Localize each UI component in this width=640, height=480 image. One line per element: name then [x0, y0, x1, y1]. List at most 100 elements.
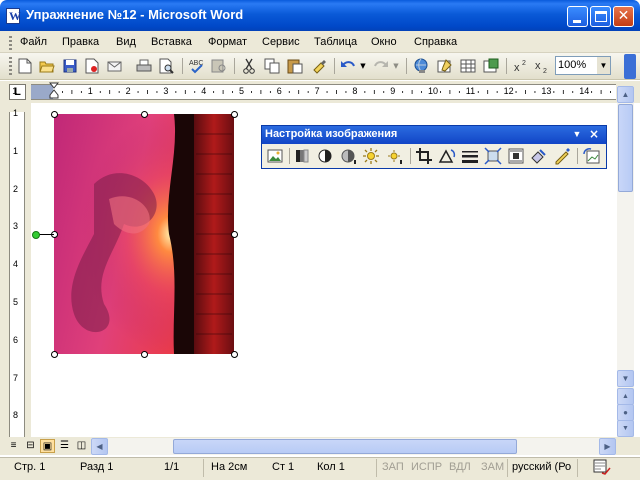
- next-page-button[interactable]: ▼: [617, 420, 634, 437]
- ruler-number: 13: [541, 86, 552, 96]
- menu-help[interactable]: Справка: [414, 36, 457, 48]
- toolbar-options-button[interactable]: [624, 54, 636, 79]
- vertical-scroll-thumb[interactable]: [618, 104, 633, 192]
- print-layout-icon[interactable]: ▣: [40, 439, 55, 453]
- rotation-connector: [39, 234, 54, 235]
- word-icon[interactable]: W: [6, 8, 21, 24]
- insert-picture-icon[interactable]: [265, 146, 285, 166]
- normal-view-icon[interactable]: ≡: [6, 439, 21, 453]
- redo-dropdown-icon[interactable]: ▼: [391, 57, 401, 75]
- text-wrapping-icon[interactable]: [506, 146, 526, 166]
- more-brightness-icon[interactable]: [362, 146, 382, 166]
- copy-icon[interactable]: [263, 57, 281, 75]
- minimize-button[interactable]: [567, 6, 588, 27]
- maximize-button[interactable]: [590, 6, 611, 27]
- scroll-up-button[interactable]: ▲: [617, 86, 634, 103]
- paste-icon[interactable]: [286, 57, 304, 75]
- status-page-count: 1/1: [164, 461, 180, 473]
- more-contrast-icon[interactable]: [316, 146, 336, 166]
- cut-icon[interactable]: [240, 57, 258, 75]
- research-icon[interactable]: [210, 57, 228, 75]
- line-style-icon[interactable]: [460, 146, 480, 166]
- rotate-left-icon[interactable]: [437, 146, 457, 166]
- menu-view[interactable]: Вид: [116, 36, 136, 48]
- menu-tools[interactable]: Сервис: [262, 36, 300, 48]
- format-picture-icon[interactable]: [529, 146, 549, 166]
- format-painter-icon[interactable]: [310, 57, 328, 75]
- ruler-number: 1: [12, 86, 18, 96]
- reading-layout-icon[interactable]: ◫: [74, 439, 89, 453]
- print-preview-icon[interactable]: [158, 57, 176, 75]
- resize-handle-bottom[interactable]: [141, 351, 148, 358]
- close-button[interactable]: ✕: [613, 6, 634, 27]
- status-trk[interactable]: ИСПР: [411, 461, 442, 473]
- color-icon[interactable]: [293, 146, 313, 166]
- status-ext[interactable]: ВДЛ: [449, 461, 471, 473]
- tables-borders-icon[interactable]: [436, 57, 454, 75]
- scroll-down-button[interactable]: ▼: [617, 370, 634, 387]
- status-language: русский (Ро: [512, 461, 572, 473]
- horizontal-ruler[interactable]: [31, 84, 616, 100]
- resize-handle-top[interactable]: [141, 111, 148, 118]
- svg-text:2: 2: [543, 68, 547, 73]
- compress-pictures-icon[interactable]: [483, 146, 503, 166]
- scroll-left-button[interactable]: ◀: [91, 438, 108, 455]
- crop-icon[interactable]: [414, 146, 434, 166]
- undo-icon[interactable]: [339, 57, 357, 75]
- insert-table-icon[interactable]: [459, 57, 477, 75]
- save-icon[interactable]: [61, 57, 79, 75]
- menu-insert[interactable]: Вставка: [151, 36, 192, 48]
- print-icon[interactable]: [135, 57, 153, 75]
- picture-toolbar-close-icon[interactable]: ×: [587, 127, 601, 141]
- reset-picture-icon[interactable]: [582, 146, 602, 166]
- menu-table[interactable]: Таблица: [314, 36, 357, 48]
- menu-edit[interactable]: Правка: [62, 36, 99, 48]
- chevron-down-icon[interactable]: ▼: [597, 57, 610, 74]
- set-transparent-color-icon[interactable]: [552, 146, 572, 166]
- horizontal-scroll-thumb[interactable]: [173, 439, 517, 454]
- scroll-right-button[interactable]: ▶: [599, 438, 616, 455]
- menu-file[interactable]: Файл: [20, 36, 47, 48]
- ruler-number: 4: [13, 259, 19, 270]
- superscript-icon[interactable]: x2: [512, 57, 530, 75]
- select-browse-object-button[interactable]: ●: [617, 404, 634, 421]
- undo-dropdown-icon[interactable]: ▼: [358, 57, 368, 75]
- spelling-icon[interactable]: ABC: [188, 57, 206, 75]
- less-contrast-icon[interactable]: [339, 146, 359, 166]
- subscript-icon[interactable]: x2: [533, 57, 551, 75]
- status-at: На 2см: [211, 461, 248, 473]
- menu-format[interactable]: Формат: [208, 36, 247, 48]
- spelling-status-icon[interactable]: [592, 459, 612, 478]
- permission-icon[interactable]: [83, 57, 101, 75]
- insert-excel-icon[interactable]: [482, 57, 500, 75]
- outline-view-icon[interactable]: ☰: [57, 439, 72, 453]
- hyperlink-icon[interactable]: [412, 57, 430, 75]
- redo-icon[interactable]: [372, 57, 390, 75]
- ruler-number: 8: [13, 410, 19, 421]
- menu-window[interactable]: Окно: [371, 36, 397, 48]
- open-icon[interactable]: [38, 57, 56, 75]
- rotate-handle[interactable]: [32, 231, 40, 239]
- status-ovr[interactable]: ЗАМ: [481, 461, 504, 473]
- web-layout-icon[interactable]: ⊟: [23, 439, 38, 453]
- new-document-icon[interactable]: [16, 57, 34, 75]
- resize-handle-top-right[interactable]: [231, 111, 238, 118]
- email-icon[interactable]: [106, 57, 124, 75]
- resize-handle-bottom-left[interactable]: [51, 351, 58, 358]
- resize-handle-bottom-right[interactable]: [231, 351, 238, 358]
- sunset-image[interactable]: [54, 114, 234, 354]
- maximize-icon: [595, 11, 607, 22]
- ruler-number: 6: [13, 334, 19, 345]
- toolbar-options-icon[interactable]: ▼: [571, 127, 583, 141]
- vertical-ruler[interactable]: [9, 112, 25, 447]
- ruler-number: 1: [87, 86, 93, 96]
- previous-page-button[interactable]: ▲: [617, 388, 634, 405]
- menu-grip-handle[interactable]: [9, 36, 12, 50]
- toolbar-grip-handle[interactable]: [9, 57, 12, 75]
- status-rec[interactable]: ЗАП: [382, 461, 404, 473]
- resize-handle-top-left[interactable]: [51, 111, 58, 118]
- resize-handle-right[interactable]: [231, 231, 238, 238]
- ruler-number: 8: [352, 86, 358, 96]
- picture-toolbar-title: Настройка изображения: [265, 128, 398, 140]
- less-brightness-icon[interactable]: [385, 146, 405, 166]
